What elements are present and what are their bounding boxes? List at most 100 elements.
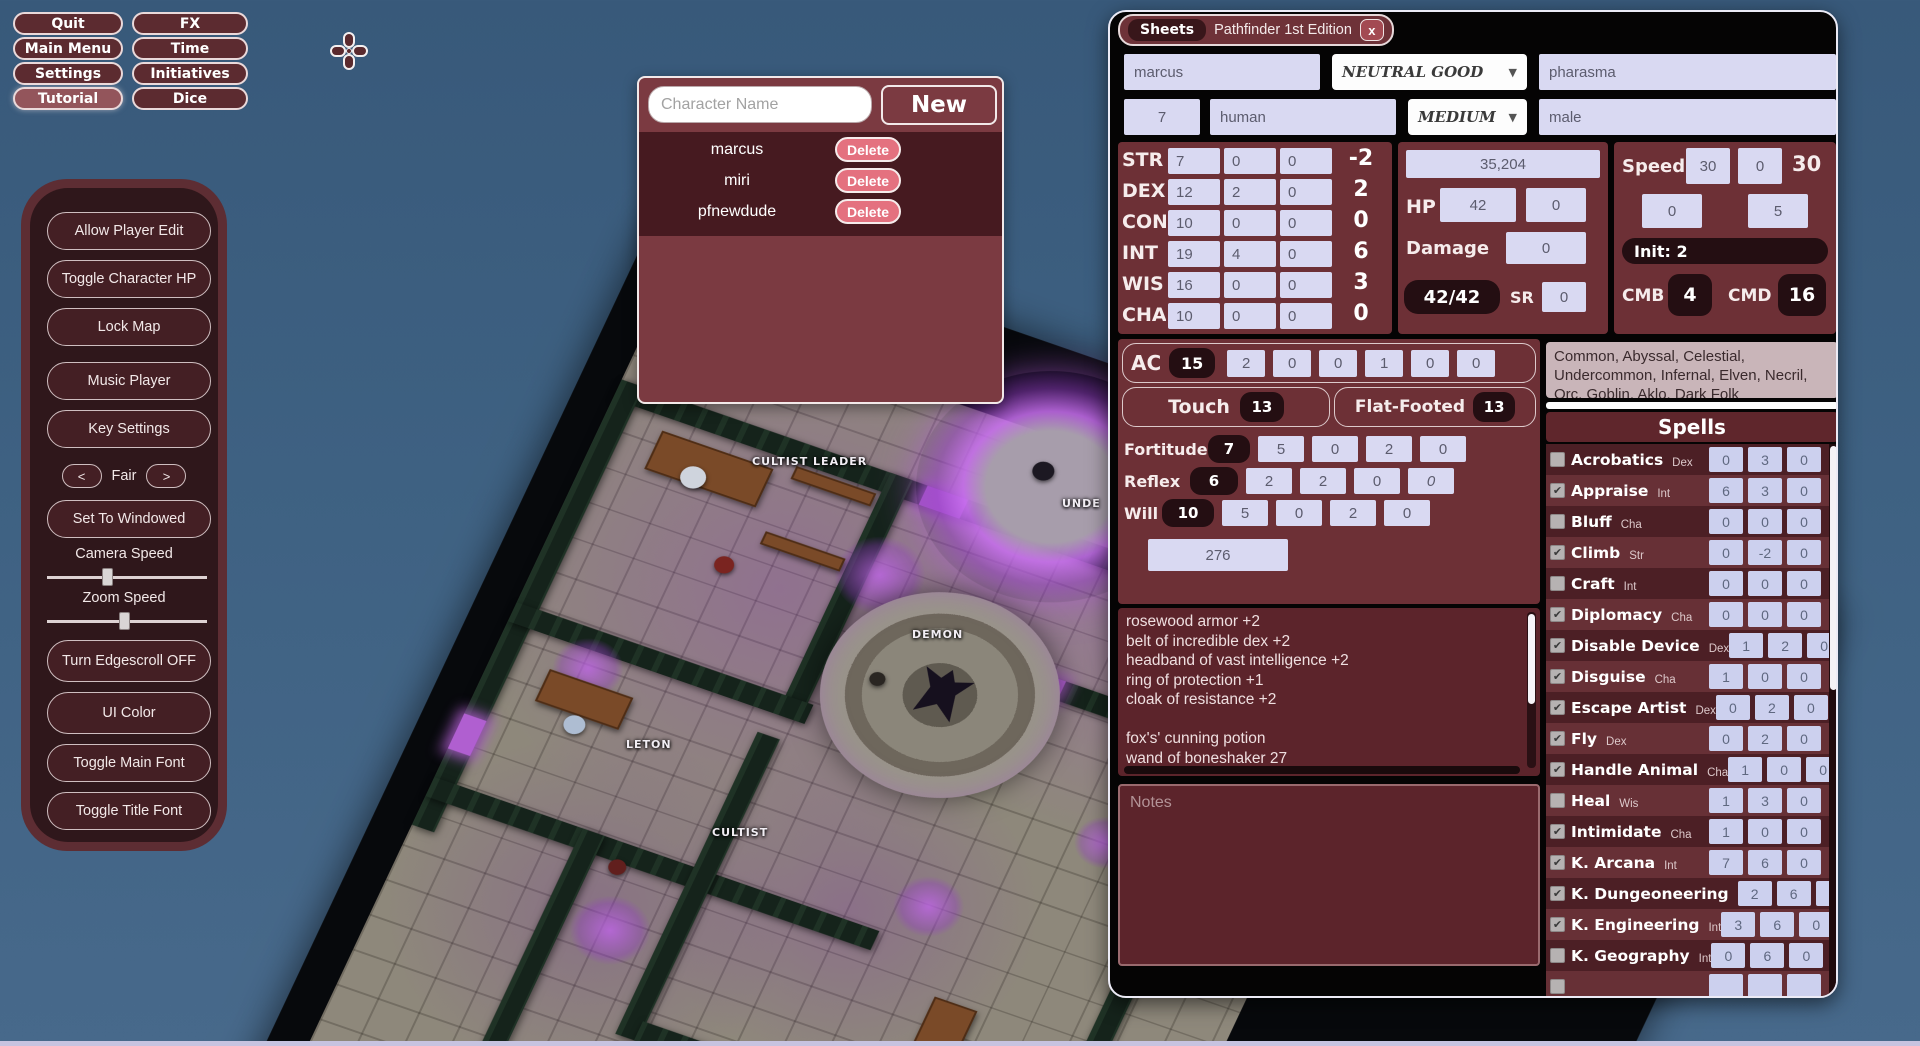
skill-mod-field[interactable]: 0 xyxy=(1748,819,1782,844)
skill-mod-field[interactable]: 6 xyxy=(1760,912,1794,937)
gender-field[interactable]: male xyxy=(1539,99,1836,135)
save-field[interactable]: 2 xyxy=(1246,468,1292,494)
character-list-item[interactable]: miri Delete xyxy=(639,165,1002,196)
inventory-hscrollbar[interactable] xyxy=(1124,766,1520,774)
size-dropdown[interactable]: MEDIUM▼ xyxy=(1408,99,1527,135)
skill-ranks-field[interactable]: 1 xyxy=(1729,633,1763,658)
notes-textarea[interactable] xyxy=(1118,784,1540,966)
toggle-main-font-button[interactable]: Toggle Main Font xyxy=(47,744,211,782)
skill-mod-field[interactable]: 3 xyxy=(1748,788,1782,813)
lock-map-button[interactable]: Lock Map xyxy=(47,308,211,346)
skill-class-checkbox[interactable]: ✔ xyxy=(1550,545,1565,560)
skill-misc-field[interactable]: 0 xyxy=(1787,478,1821,503)
skill-ranks-field[interactable]: 0 xyxy=(1709,726,1743,751)
save-field[interactable]: 5 xyxy=(1258,436,1304,462)
skill-mod-field[interactable]: 0 xyxy=(1767,757,1801,782)
skill-ranks-field[interactable]: 7 xyxy=(1709,850,1743,875)
skill-class-checkbox[interactable]: ✔ xyxy=(1550,483,1565,498)
save-field[interactable]: 0 xyxy=(1312,436,1358,462)
hp-bonus-field[interactable]: 0 xyxy=(1526,188,1586,222)
zoom-speed-slider-thumb[interactable] xyxy=(119,612,130,630)
delete-character-button[interactable]: Delete xyxy=(835,199,901,224)
ability-bonus1-field[interactable]: 4 xyxy=(1224,241,1276,267)
skill-class-checkbox[interactable]: ✔ xyxy=(1550,700,1565,715)
ability-bonus1-field[interactable]: 0 xyxy=(1224,303,1276,329)
skill-mod-field[interactable]: 3 xyxy=(1748,447,1782,472)
char-name-field[interactable]: marcus xyxy=(1124,54,1320,90)
new-character-button[interactable]: New xyxy=(881,85,997,125)
speed-bonus-field[interactable]: 0 xyxy=(1738,148,1782,184)
ac-bonus-field[interactable]: 1 xyxy=(1365,350,1403,377)
character-name[interactable]: miri xyxy=(639,172,835,190)
skill-mod-field[interactable]: 6 xyxy=(1748,850,1782,875)
skill-mod-field[interactable]: -2 xyxy=(1748,540,1782,565)
ability-bonus2-field[interactable]: 0 xyxy=(1280,303,1332,329)
skill-ranks-field[interactable]: 1 xyxy=(1709,819,1743,844)
ability-bonus2-field[interactable]: 0 xyxy=(1280,210,1332,236)
ability-bonus2-field[interactable]: 0 xyxy=(1280,241,1332,267)
skill-ranks-field[interactable]: 0 xyxy=(1709,571,1743,596)
deity-field[interactable]: pharasma xyxy=(1539,54,1836,90)
skill-class-checkbox[interactable]: ✔ xyxy=(1550,669,1565,684)
xp-field[interactable]: 35,204 xyxy=(1406,150,1600,178)
skill-misc-field[interactable]: 0 xyxy=(1787,447,1821,472)
skill-class-checkbox[interactable]: ✔ xyxy=(1550,607,1565,622)
misc-field-a[interactable]: 0 xyxy=(1642,194,1702,228)
damage-field[interactable]: 0 xyxy=(1506,232,1586,264)
ability-bonus2-field[interactable]: 0 xyxy=(1280,272,1332,298)
skill-misc-field[interactable]: 0 xyxy=(1787,726,1821,751)
ability-base-field[interactable]: 12 xyxy=(1168,179,1220,205)
skill-class-checkbox[interactable]: ✔ xyxy=(1550,762,1565,777)
ability-bonus1-field[interactable]: 2 xyxy=(1224,179,1276,205)
skill-misc-field[interactable]: 0 xyxy=(1787,819,1821,844)
skill-mod-field[interactable]: 3 xyxy=(1748,478,1782,503)
hp-field[interactable]: 42 xyxy=(1440,188,1516,222)
ability-bonus1-field[interactable]: 0 xyxy=(1224,272,1276,298)
skill-mod-field[interactable]: 2 xyxy=(1755,695,1789,720)
save-field[interactable]: 0 xyxy=(1384,500,1430,526)
skill-mod-field[interactable]: 0 xyxy=(1748,571,1782,596)
skill-class-checkbox[interactable]: ✔ xyxy=(1550,979,1565,994)
character-name-input[interactable] xyxy=(648,86,872,123)
skill-mod-field[interactable] xyxy=(1748,974,1782,998)
skill-misc-field[interactable]: 0 xyxy=(1787,850,1821,875)
character-list-item[interactable]: pfnewdude Delete xyxy=(639,196,1002,227)
skill-misc-field[interactable]: 0 xyxy=(1787,509,1821,534)
inventory-text[interactable]: rosewood armor +2 belt of incredible dex… xyxy=(1126,612,1518,764)
ac-bonus-field[interactable]: 0 xyxy=(1457,350,1495,377)
set-to-windowed-button[interactable]: Set To Windowed xyxy=(47,500,211,538)
delete-character-button[interactable]: Delete xyxy=(835,168,901,193)
allow-player-edit-button[interactable]: Allow Player Edit xyxy=(47,212,211,250)
skill-class-checkbox[interactable]: ✔ xyxy=(1550,855,1565,870)
main-menu-button[interactable]: Main Menu xyxy=(13,37,123,60)
skill-class-checkbox[interactable]: ✔ xyxy=(1550,917,1565,932)
skill-ranks-field[interactable] xyxy=(1709,974,1743,998)
skill-mod-field[interactable]: 2 xyxy=(1768,633,1802,658)
ac-bonus-field[interactable]: 2 xyxy=(1227,350,1265,377)
ability-base-field[interactable]: 10 xyxy=(1168,303,1220,329)
skill-class-checkbox[interactable]: ✔ xyxy=(1550,452,1565,467)
skill-ranks-field[interactable]: 0 xyxy=(1716,695,1750,720)
skill-class-checkbox[interactable]: ✔ xyxy=(1550,731,1565,746)
key-settings-button[interactable]: Key Settings xyxy=(47,410,211,448)
skill-misc-field[interactable] xyxy=(1787,974,1821,998)
close-sheet-button[interactable]: x xyxy=(1360,19,1384,41)
ability-bonus2-field[interactable]: 0 xyxy=(1280,179,1332,205)
save-field[interactable]: 2 xyxy=(1330,500,1376,526)
skill-ranks-field[interactable]: 3 xyxy=(1721,912,1755,937)
level-field[interactable]: 7 xyxy=(1124,99,1200,135)
character-name[interactable]: marcus xyxy=(639,141,835,159)
ability-base-field[interactable]: 10 xyxy=(1168,210,1220,236)
initiatives-button[interactable]: Initiatives xyxy=(132,62,248,85)
fx-button[interactable]: FX xyxy=(132,12,248,35)
skill-misc-field[interactable]: 0 xyxy=(1787,788,1821,813)
ui-color-button[interactable]: UI Color xyxy=(47,692,211,734)
misc-field-b[interactable]: 5 xyxy=(1748,194,1808,228)
skill-misc-field[interactable]: 0 xyxy=(1787,602,1821,627)
skill-ranks-field[interactable]: 2 xyxy=(1738,881,1772,906)
skill-class-checkbox[interactable]: ✔ xyxy=(1550,576,1565,591)
skill-ranks-field[interactable]: 0 xyxy=(1709,509,1743,534)
skill-class-checkbox[interactable]: ✔ xyxy=(1550,948,1565,963)
languages-box[interactable]: Common, Abyssal, Celestial, Undercommon,… xyxy=(1546,342,1838,398)
zoom-speed-slider[interactable] xyxy=(47,612,207,630)
